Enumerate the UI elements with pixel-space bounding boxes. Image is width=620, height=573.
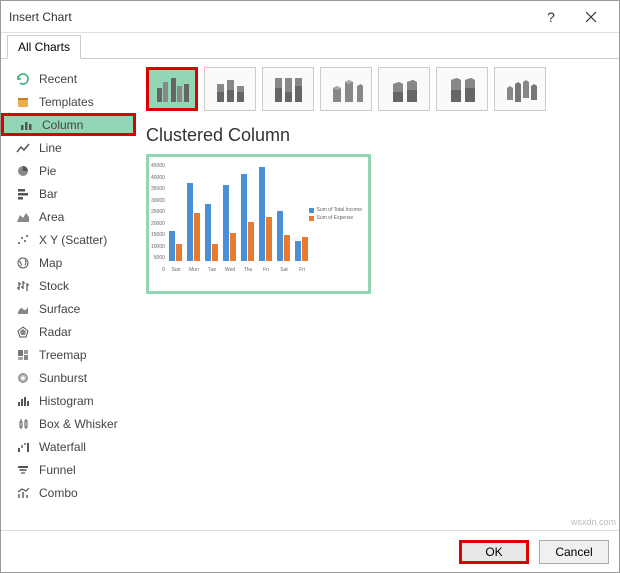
- sidebar-item-line[interactable]: Line: [1, 136, 136, 159]
- sidebar-item-surface[interactable]: Surface: [1, 297, 136, 320]
- map-icon: [15, 255, 31, 271]
- sidebar-item-label: X Y (Scatter): [39, 233, 107, 247]
- pie-icon: [15, 163, 31, 179]
- templates-icon: [15, 94, 31, 110]
- watermark: wsxdn.com: [571, 517, 616, 527]
- sidebar-item-histogram[interactable]: Histogram: [1, 389, 136, 412]
- surface-icon: [15, 301, 31, 317]
- button-row: OK Cancel: [1, 530, 619, 572]
- chart-subtype-row: [146, 67, 609, 111]
- tab-row: All Charts: [1, 33, 619, 59]
- sidebar-item-label: Column: [42, 118, 83, 132]
- histogram-icon: [15, 393, 31, 409]
- dialog-title: Insert Chart: [9, 10, 531, 24]
- sidebar-item-waterfall[interactable]: Waterfall: [1, 435, 136, 458]
- sidebar-item-radar[interactable]: Radar: [1, 320, 136, 343]
- legend-item: Sum of Total Income: [309, 207, 363, 213]
- radar-icon: [15, 324, 31, 340]
- sidebar-item-area[interactable]: Area: [1, 205, 136, 228]
- column-icon: [18, 117, 34, 133]
- sidebar-item-label: Recent: [39, 72, 77, 86]
- sidebar-item-stock[interactable]: Stock: [1, 274, 136, 297]
- subtype-3d-stacked-column[interactable]: [378, 67, 430, 111]
- sidebar-item-recent[interactable]: Recent: [1, 67, 136, 90]
- chart-type-title: Clustered Column: [146, 125, 609, 146]
- sidebar-item-column[interactable]: Column: [1, 113, 136, 136]
- tab-all-charts[interactable]: All Charts: [7, 35, 81, 59]
- cancel-button[interactable]: Cancel: [539, 540, 609, 564]
- sidebar-item-label: Funnel: [39, 463, 76, 477]
- sidebar-item-label: Bar: [39, 187, 58, 201]
- sidebar-item-label: Histogram: [39, 394, 94, 408]
- subtype-3d-clustered-column[interactable]: [320, 67, 372, 111]
- stock-icon: [15, 278, 31, 294]
- bar-icon: [15, 186, 31, 202]
- treemap-icon: [15, 347, 31, 363]
- 3d-100-stacked-column-icon: [443, 74, 481, 104]
- bars-area: [167, 163, 322, 261]
- sidebar-item-label: Sunburst: [39, 371, 87, 385]
- subtype-clustered-column[interactable]: [146, 67, 198, 111]
- y-axis: 4500040000350003000025000200001500010000…: [151, 163, 165, 273]
- chart-preview[interactable]: 4500040000350003000025000200001500010000…: [146, 154, 371, 294]
- sidebar-item-treemap[interactable]: Treemap: [1, 343, 136, 366]
- sidebar-item-label: Stock: [39, 279, 69, 293]
- sidebar-item-label: Map: [39, 256, 62, 270]
- sidebar-item-pie[interactable]: Pie: [1, 159, 136, 182]
- sidebar-item-bar[interactable]: Bar: [1, 182, 136, 205]
- sidebar-item-label: Box & Whisker: [39, 417, 118, 431]
- legend-label: Sum of Expense: [317, 215, 354, 221]
- scatter-icon: [15, 232, 31, 248]
- 3d-clustered-column-icon: [327, 74, 365, 104]
- ok-button[interactable]: OK: [459, 540, 529, 564]
- line-icon: [15, 140, 31, 156]
- clustered-column-icon: [153, 74, 191, 104]
- content: Recent Templates Column Line Pie Bar: [1, 59, 619, 530]
- sidebar-item-scatter[interactable]: X Y (Scatter): [1, 228, 136, 251]
- legend-label: Sum of Total Income: [317, 207, 363, 213]
- sidebar-item-combo[interactable]: Combo: [1, 481, 136, 504]
- sidebar-item-funnel[interactable]: Funnel: [1, 458, 136, 481]
- sidebar-item-label: Area: [39, 210, 64, 224]
- sidebar-item-templates[interactable]: Templates: [1, 90, 136, 113]
- subtype-stacked-column[interactable]: [204, 67, 256, 111]
- sidebar-item-sunburst[interactable]: Sunburst: [1, 366, 136, 389]
- subtype-3d-column[interactable]: [494, 67, 546, 111]
- sunburst-icon: [15, 370, 31, 386]
- 3d-column-icon: [501, 74, 539, 104]
- boxwhisker-icon: [15, 416, 31, 432]
- legend: Sum of Total Income Sum of Expense: [309, 207, 363, 223]
- stacked-column-icon: [211, 74, 249, 104]
- 100-stacked-column-icon: [269, 74, 307, 104]
- sidebar-item-label: Radar: [39, 325, 72, 339]
- 3d-stacked-column-icon: [385, 74, 423, 104]
- area-icon: [15, 209, 31, 225]
- combo-icon: [15, 485, 31, 501]
- x-axis: SunMonTueWedThuFriSatFri: [167, 267, 322, 273]
- waterfall-icon: [15, 439, 31, 455]
- subtype-3d-100-stacked-column[interactable]: [436, 67, 488, 111]
- recent-icon: [15, 71, 31, 87]
- sidebar-item-label: Line: [39, 141, 62, 155]
- legend-item: Sum of Expense: [309, 215, 363, 221]
- titlebar: Insert Chart ?: [1, 1, 619, 33]
- sidebar-item-label: Treemap: [39, 348, 87, 362]
- sidebar-item-boxwhisker[interactable]: Box & Whisker: [1, 412, 136, 435]
- sidebar-item-label: Waterfall: [39, 440, 86, 454]
- funnel-icon: [15, 462, 31, 478]
- sidebar: Recent Templates Column Line Pie Bar: [1, 59, 136, 530]
- sidebar-item-label: Combo: [39, 486, 78, 500]
- insert-chart-dialog: Insert Chart ? All Charts Recent Templat…: [0, 0, 620, 573]
- close-button[interactable]: [571, 3, 611, 31]
- sidebar-item-label: Surface: [39, 302, 80, 316]
- sidebar-item-map[interactable]: Map: [1, 251, 136, 274]
- preview-chart-area: 4500040000350003000025000200001500010000…: [167, 163, 322, 273]
- help-button[interactable]: ?: [531, 3, 571, 31]
- subtype-100-stacked-column[interactable]: [262, 67, 314, 111]
- sidebar-item-label: Pie: [39, 164, 56, 178]
- close-icon: [585, 11, 597, 23]
- main-panel: Clustered Column 45000400003500030000250…: [136, 59, 619, 530]
- sidebar-item-label: Templates: [39, 95, 94, 109]
